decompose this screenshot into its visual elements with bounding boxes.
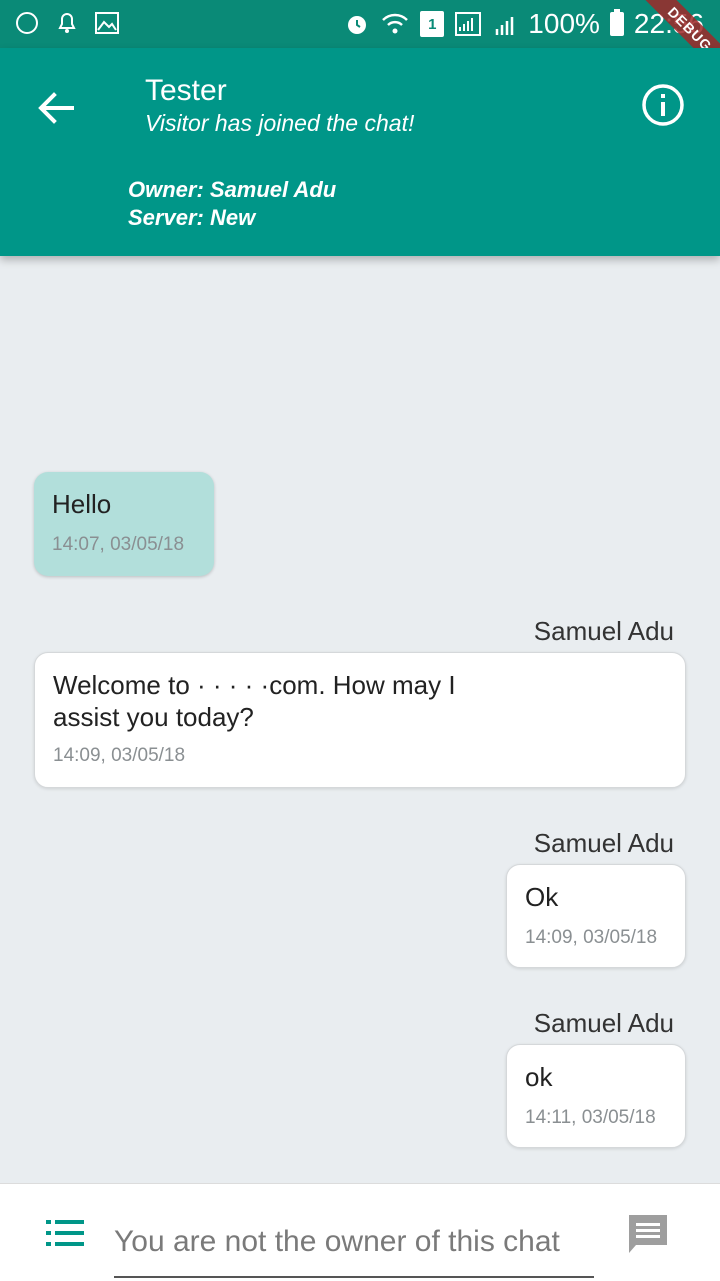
message-time: 14:11, 03/05/18 <box>525 1107 656 1128</box>
message-text: Hello <box>52 489 112 519</box>
server-label: Server: New <box>128 205 256 230</box>
message-sender: Samuel Adu <box>533 1008 674 1038</box>
info-icon[interactable] <box>640 82 686 128</box>
alarm-icon <box>348 16 367 34</box>
list-icon[interactable] <box>46 1218 86 1248</box>
chat-title: Tester <box>145 74 227 107</box>
message-text: ok <box>525 1062 553 1092</box>
owner-label: Owner: Samuel Adu <box>128 177 337 202</box>
notification-icons <box>14 10 120 36</box>
message-text: Ok <box>525 882 559 912</box>
bell-icon <box>58 13 76 33</box>
message-line: Welcome to · · · · ·com. How may I <box>53 670 456 700</box>
message-line: assist you today? <box>53 702 254 732</box>
battery-percent: 100% <box>528 8 600 39</box>
system-indicators: 1 100% 22:56 <box>344 6 704 42</box>
agent-message: Welcome to · · · · ·com. How may I assis… <box>34 652 686 788</box>
battery-icon <box>609 9 624 36</box>
signal-roaming-icon <box>496 17 514 35</box>
image-icon <box>95 12 119 34</box>
message-input-bar <box>0 1183 720 1281</box>
signal-icon <box>455 12 482 36</box>
message-time: 14:09, 03/05/18 <box>525 927 658 948</box>
message-text: Welcome to · · · · ·com. How may I assis… <box>53 669 667 733</box>
arrow-back-icon[interactable] <box>32 84 80 132</box>
sim-badge: 1 <box>420 11 445 37</box>
message-sender: Samuel Adu <box>533 616 674 646</box>
chat-header: Tester Visitor has joined the chat! Owne… <box>0 48 720 256</box>
agent-message: ok 14:11, 03/05/18 <box>506 1044 686 1148</box>
agent-message: Ok 14:09, 03/05/18 <box>506 864 686 968</box>
chat-bubble-icon <box>16 12 38 34</box>
wifi-icon <box>382 13 409 34</box>
chat-subtitle: Visitor has joined the chat! <box>145 110 415 136</box>
visitor-message: Hello 14:07, 03/05/18 <box>34 472 214 576</box>
message-time: 14:09, 03/05/18 <box>53 745 186 766</box>
message-time: 14:07, 03/05/18 <box>52 534 185 555</box>
message-sender: Samuel Adu <box>533 828 674 858</box>
message-input[interactable] <box>114 1208 594 1278</box>
message-icon[interactable] <box>626 1212 670 1256</box>
status-bar: 1 100% 22:56 DEBUG <box>0 0 720 87</box>
